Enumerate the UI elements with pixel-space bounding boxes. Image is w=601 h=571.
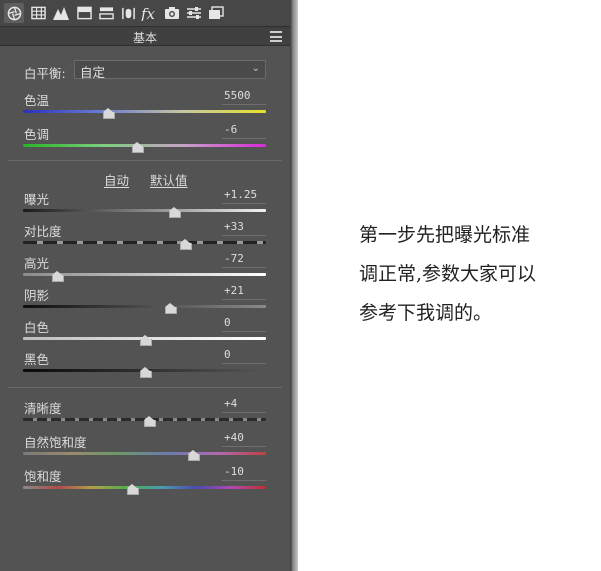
sliders-icon[interactable] (184, 3, 204, 23)
caption-line: 第一步先把曝光标准 (359, 224, 531, 246)
slider-label-temp: 色温 (24, 93, 50, 108)
slider-track-contrast[interactable] (23, 241, 266, 244)
panel-menu-icon[interactable] (270, 31, 282, 42)
section-divider (8, 387, 282, 388)
section-divider (8, 160, 282, 161)
slider-value-tint[interactable]: -6 (222, 123, 266, 139)
slider-thumb-blacks[interactable] (139, 367, 152, 378)
slider-thumb-temp[interactable] (103, 108, 116, 119)
camera-raw-basic-panel: fx 基本 白平衡: 自定 ⌄ 色温 5500 色调 -6 自动 默认值 曝光 … (0, 0, 290, 571)
panel-title: 基本 (132, 31, 157, 45)
panel-edge (290, 0, 298, 571)
panel-toolbar: fx (0, 0, 290, 26)
slider-value-shadows[interactable]: +21 (222, 284, 266, 300)
slider-label-vibrance: 自然饱和度 (24, 435, 87, 450)
slider-track-saturation[interactable] (23, 486, 266, 489)
fx-icon[interactable]: fx (140, 3, 160, 23)
slider-value-exposure[interactable]: +1.25 (222, 188, 266, 204)
default-link[interactable]: 默认值 (150, 170, 188, 189)
slider-track-temp[interactable] (23, 110, 266, 113)
lens-icon[interactable] (118, 3, 138, 23)
slider-value-saturation[interactable]: -10 (222, 465, 266, 481)
slider-label-contrast: 对比度 (24, 224, 62, 239)
aperture-icon[interactable] (4, 3, 24, 23)
white-balance-label: 白平衡: (24, 66, 66, 81)
slider-thumb-whites[interactable] (139, 335, 152, 346)
chevron-down-icon: ⌄ (251, 63, 260, 74)
slider-label-saturation: 饱和度 (24, 469, 62, 484)
svg-text:fx: fx (141, 6, 156, 21)
slider-thumb-vibrance[interactable] (188, 450, 201, 461)
slider-value-contrast[interactable]: +33 (222, 220, 266, 236)
mountain-icon[interactable] (51, 3, 71, 23)
slider-value-vibrance[interactable]: +40 (222, 431, 266, 447)
caption-line: 参考下我调的。 (359, 302, 493, 324)
slider-label-blacks: 黑色 (24, 352, 50, 367)
presets-icon[interactable] (206, 3, 226, 23)
auto-link[interactable]: 自动 (104, 170, 129, 189)
slider-label-highlights: 高光 (24, 256, 50, 271)
slider-thumb-contrast[interactable] (179, 239, 192, 250)
slider-thumb-tint[interactable] (132, 142, 145, 153)
slider-value-blacks[interactable]: 0 (222, 348, 266, 364)
caption-line: 调正常,参数大家可以 (359, 263, 537, 285)
slider-label-exposure: 曝光 (24, 192, 50, 207)
detail-icon[interactable] (96, 3, 116, 23)
slider-track-shadows[interactable] (23, 305, 266, 308)
slider-track-tint[interactable] (23, 144, 266, 147)
slider-value-clarity[interactable]: +4 (222, 397, 266, 413)
slider-value-temp[interactable]: 5500 (222, 89, 266, 105)
slider-label-whites: 白色 (24, 320, 50, 335)
slider-thumb-clarity[interactable] (144, 416, 157, 427)
slider-value-highlights[interactable]: -72 (222, 252, 266, 268)
slider-thumb-shadows[interactable] (165, 303, 177, 314)
slider-value-whites[interactable]: 0 (222, 316, 266, 332)
panel-header: 基本 (0, 26, 290, 46)
white-balance-select[interactable]: 自定 ⌄ (74, 60, 266, 80)
slider-thumb-highlights[interactable] (52, 271, 65, 282)
slider-label-shadows: 阴影 (24, 288, 50, 303)
slider-thumb-exposure[interactable] (168, 207, 181, 218)
slider-track-exposure[interactable] (23, 209, 266, 212)
split-toning-icon[interactable] (74, 3, 94, 23)
slider-label-tint: 色调 (24, 127, 50, 142)
white-balance-value: 自定 (80, 65, 106, 80)
slider-label-clarity: 清晰度 (24, 401, 62, 416)
grid-icon[interactable] (28, 3, 48, 23)
camera-icon[interactable] (162, 3, 182, 23)
slider-thumb-saturation[interactable] (127, 484, 140, 495)
slider-track-vibrance[interactable] (23, 452, 266, 455)
